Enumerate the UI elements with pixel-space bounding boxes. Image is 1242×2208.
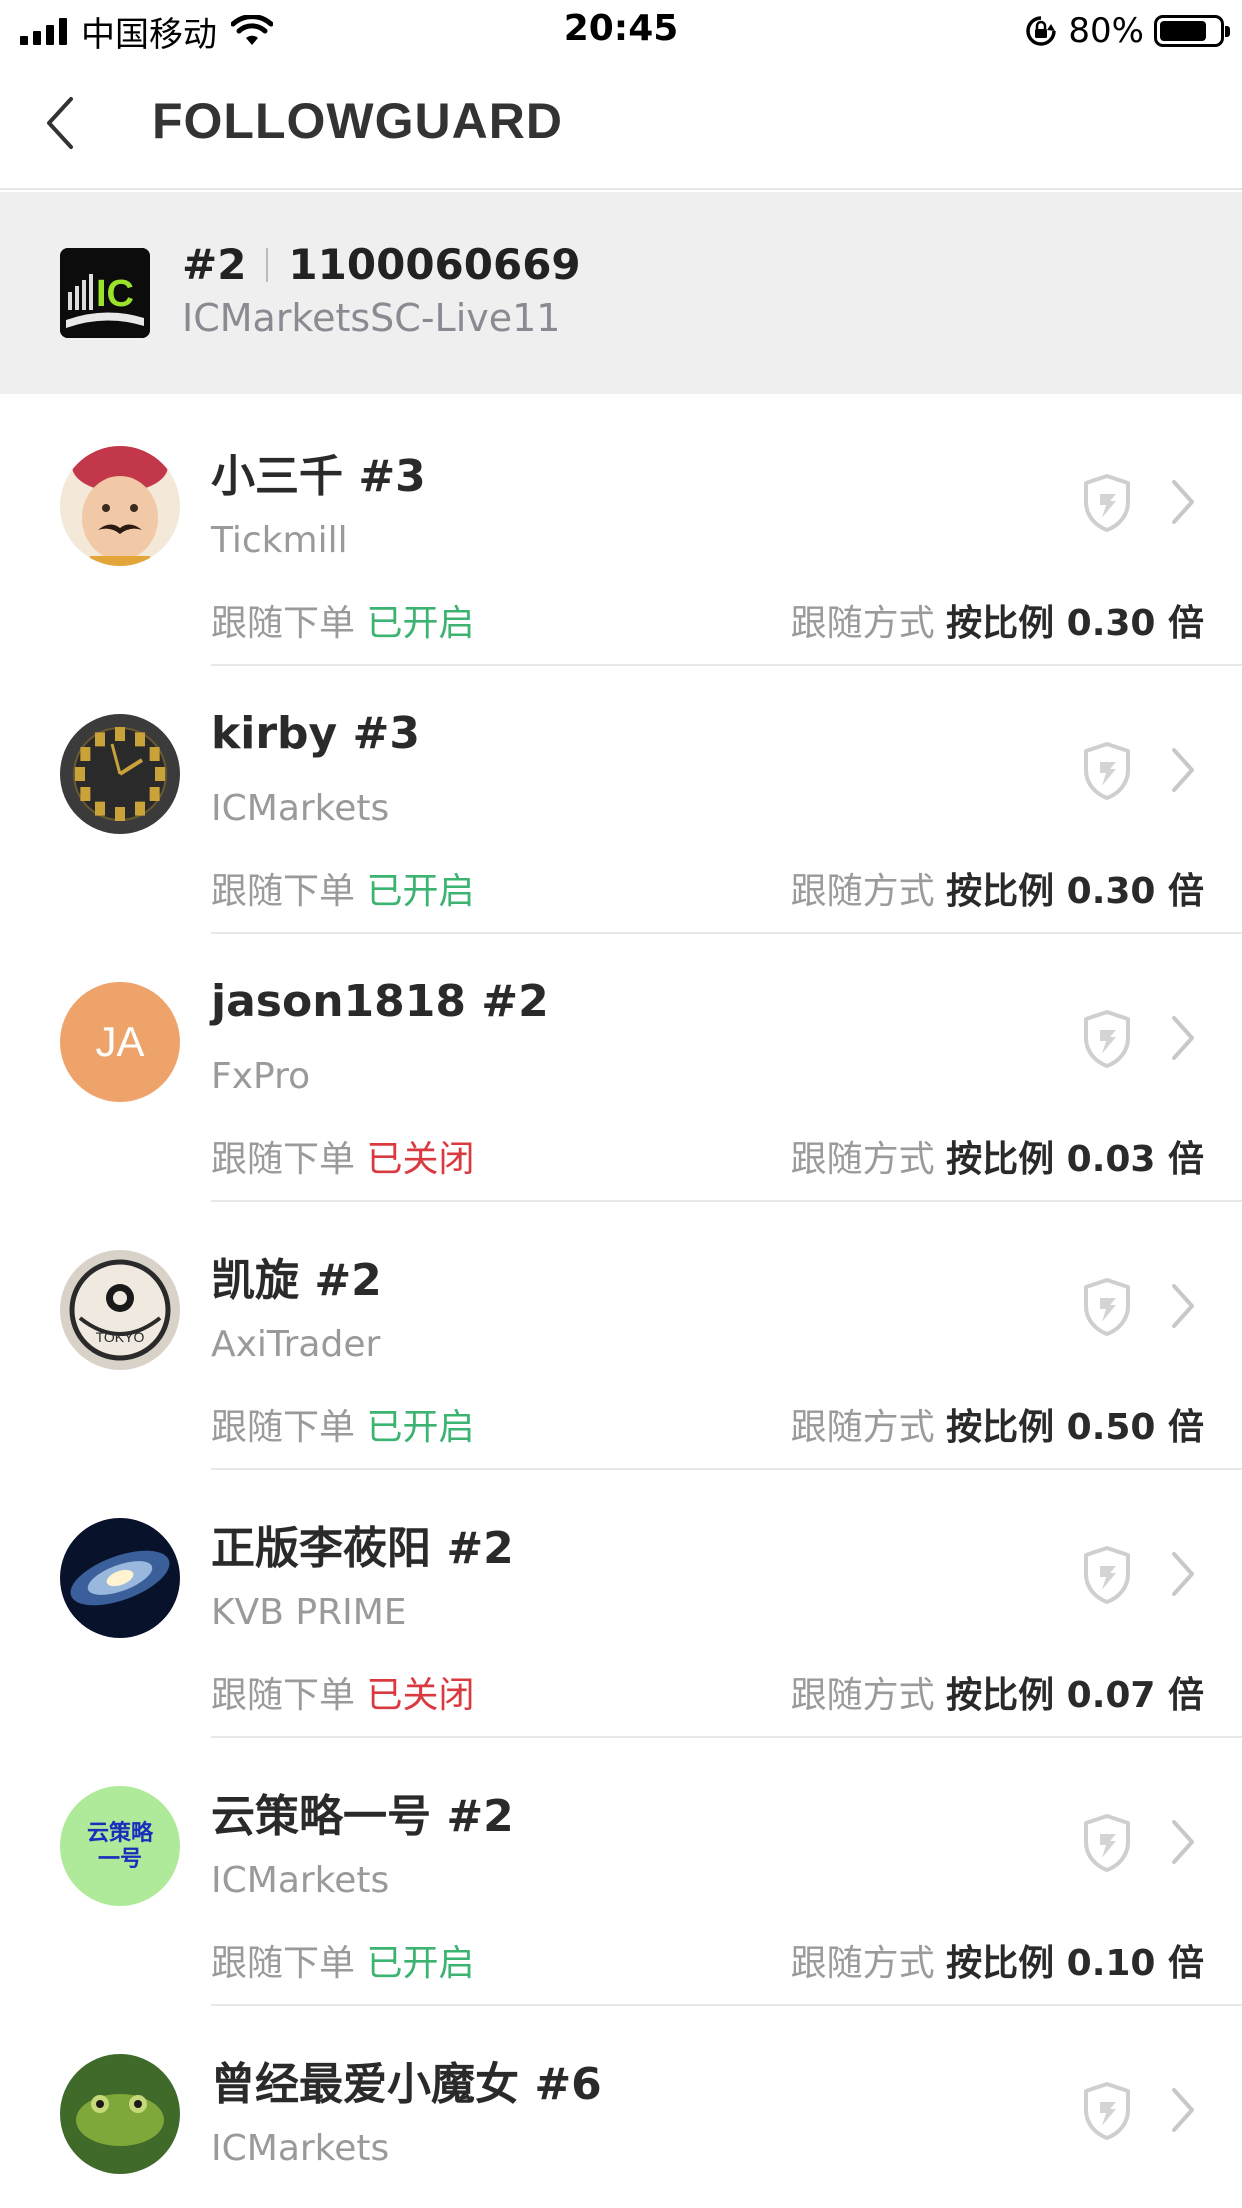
- follower-broker: Tickmill: [211, 520, 348, 561]
- follower-broker: KVB PRIME: [211, 1592, 407, 1633]
- chevron-right-icon[interactable]: [1168, 1818, 1198, 1866]
- follow-mode-value: 按比例 0.50 倍: [946, 1407, 1204, 1448]
- chevron-right-icon[interactable]: [1168, 478, 1198, 526]
- avatar: JA: [60, 982, 180, 1102]
- follow-mode-label: 跟随方式: [790, 1943, 935, 1984]
- follow-order-status: 跟随下单 已开启: [211, 862, 474, 914]
- follow-order-status: 跟随下单 已开启: [211, 1398, 474, 1450]
- follower-row[interactable]: 正版李莜阳 #2 KVB PRIME 跟随下单 已关闭 跟随方式 按比例 0.0…: [0, 1470, 1242, 1738]
- shield-icon[interactable]: [1080, 740, 1134, 802]
- follow-order-value: 已关闭: [366, 1139, 475, 1180]
- follow-mode: 跟随方式 按比例 0.30 倍: [791, 594, 1204, 646]
- follow-mode-label: 跟随方式: [790, 1407, 935, 1448]
- svg-text:TOKYO: TOKYO: [96, 1329, 145, 1345]
- follow-order-value: 已开启: [366, 871, 475, 912]
- shield-icon[interactable]: [1080, 1544, 1134, 1606]
- back-button[interactable]: [30, 88, 90, 158]
- follow-order-status: 跟随下单 已开启: [211, 594, 474, 646]
- follow-mode: 跟随方式 按比例 0.10 倍: [791, 1934, 1204, 1986]
- avatar-text: 一号: [97, 1846, 142, 1872]
- avatar: [60, 2054, 180, 2174]
- follower-name: 云策略一号 #2: [211, 1791, 514, 1842]
- shield-icon[interactable]: [1080, 1008, 1134, 1070]
- follow-mode-value: 按比例 0.07 倍: [946, 1675, 1204, 1716]
- follower-row[interactable]: TOKYO 凯旋 #2 AxiTrader 跟随下单 已开启 跟随方式 按比例 …: [0, 1202, 1242, 1470]
- follow-order-status: 跟随下单 已关闭: [211, 1666, 474, 1718]
- follow-order-label: 跟随下单: [211, 871, 356, 912]
- follower-row[interactable]: 小三千 #3 Tickmill 跟随下单 已开启 跟随方式 按比例 0.30 倍: [0, 398, 1242, 666]
- follow-mode-value: 按比例 0.03 倍: [946, 1139, 1204, 1180]
- avatar-text: 云策略: [86, 1820, 153, 1846]
- avatar: [60, 714, 180, 834]
- avatar: [60, 446, 180, 566]
- follow-mode-label: 跟随方式: [790, 1675, 935, 1716]
- follower-name: jason1818 #2: [211, 976, 549, 1027]
- battery-icon: [1154, 15, 1230, 47]
- follow-order-status: 跟随下单 已关闭: [211, 1130, 474, 1182]
- follow-mode-label: 跟随方式: [790, 1139, 935, 1180]
- chevron-right-icon[interactable]: [1168, 1014, 1198, 1062]
- avatar: 云策略 一号: [60, 1786, 180, 1906]
- follow-order-label: 跟随下单: [211, 1139, 356, 1180]
- nav-bar: FOLLOWGUARD: [0, 62, 1242, 190]
- chevron-right-icon[interactable]: [1168, 1282, 1198, 1330]
- follow-mode-value: 按比例 0.30 倍: [946, 603, 1204, 644]
- account-server: ICMarketsSC-Live11: [182, 296, 561, 340]
- follower-name: 凯旋 #2: [211, 1255, 382, 1306]
- chevron-right-icon[interactable]: [1168, 746, 1198, 794]
- avatar: [60, 1518, 180, 1638]
- chevron-right-icon[interactable]: [1168, 1550, 1198, 1598]
- follower-name: kirby #3: [211, 708, 421, 759]
- follower-row[interactable]: JA jason1818 #2 FxPro 跟随下单 已关闭 跟随方式 按比例 …: [0, 934, 1242, 1202]
- account-header: IC #2 1100060669 ICMarketsSC-Live11: [0, 192, 1242, 394]
- back-chevron-icon: [47, 97, 73, 149]
- follower-row[interactable]: kirby #3 ICMarkets 跟随下单 已开启 跟随方式 按比例 0.3…: [0, 666, 1242, 934]
- follower-broker: FxPro: [211, 1056, 311, 1097]
- follower-row[interactable]: 曾经最爱小魔女 #6 ICMarkets: [0, 2006, 1242, 2208]
- shield-icon[interactable]: [1080, 1276, 1134, 1338]
- follower-name: 正版李莜阳 #2: [211, 1523, 514, 1574]
- follower-name: 曾经最爱小魔女 #6: [211, 2059, 602, 2110]
- follow-order-value: 已开启: [366, 603, 475, 644]
- shield-icon[interactable]: [1080, 472, 1134, 534]
- follow-mode: 跟随方式 按比例 0.03 倍: [791, 1130, 1204, 1182]
- follow-order-status: 跟随下单 已开启: [211, 1934, 474, 1986]
- svg-text:IC: IC: [96, 273, 134, 315]
- follow-mode-value: 按比例 0.10 倍: [946, 1943, 1204, 1984]
- follow-mode-value: 按比例 0.30 倍: [946, 871, 1204, 912]
- follow-order-label: 跟随下单: [211, 1407, 356, 1448]
- follow-order-value: 已开启: [366, 1407, 475, 1448]
- follower-broker: ICMarkets: [211, 2128, 390, 2169]
- shield-icon[interactable]: [1080, 2080, 1134, 2142]
- follower-broker: AxiTrader: [211, 1324, 381, 1365]
- follower-row[interactable]: 云策略 一号 云策略一号 #2 ICMarkets 跟随下单 已开启 跟随方式 …: [0, 1738, 1242, 2006]
- broker-logo: IC: [60, 248, 150, 338]
- follow-mode: 跟随方式 按比例 0.30 倍: [791, 862, 1204, 914]
- account-number: 1100060669: [288, 240, 581, 289]
- rotation-lock-icon: [1026, 16, 1057, 46]
- follower-name: 小三千 #3: [211, 451, 426, 502]
- follow-mode: 跟随方式 按比例 0.07 倍: [791, 1666, 1204, 1718]
- divider: [266, 247, 269, 282]
- account-index: #2: [182, 240, 247, 289]
- follow-order-value: 已开启: [366, 1943, 475, 1984]
- follow-mode-label: 跟随方式: [790, 603, 935, 644]
- follow-order-value: 已关闭: [366, 1675, 475, 1716]
- page-title: FOLLOWGUARD: [152, 93, 563, 149]
- follow-order-label: 跟随下单: [211, 1943, 356, 1984]
- follow-mode: 跟随方式 按比例 0.50 倍: [791, 1398, 1204, 1450]
- follow-order-label: 跟随下单: [211, 603, 356, 644]
- follower-broker: ICMarkets: [211, 1860, 390, 1901]
- shield-icon[interactable]: [1080, 1812, 1134, 1874]
- status-bar: 中国移动 20:45 80%: [0, 0, 1242, 62]
- chevron-right-icon[interactable]: [1168, 2086, 1198, 2134]
- follow-order-label: 跟随下单: [211, 1675, 356, 1716]
- follower-list: 小三千 #3 Tickmill 跟随下单 已开启 跟随方式 按比例 0.30 倍…: [0, 398, 1242, 2208]
- avatar: TOKYO: [60, 1250, 180, 1370]
- battery-percent: 80%: [1068, 11, 1144, 51]
- follower-broker: ICMarkets: [211, 788, 390, 829]
- follow-mode-label: 跟随方式: [790, 871, 935, 912]
